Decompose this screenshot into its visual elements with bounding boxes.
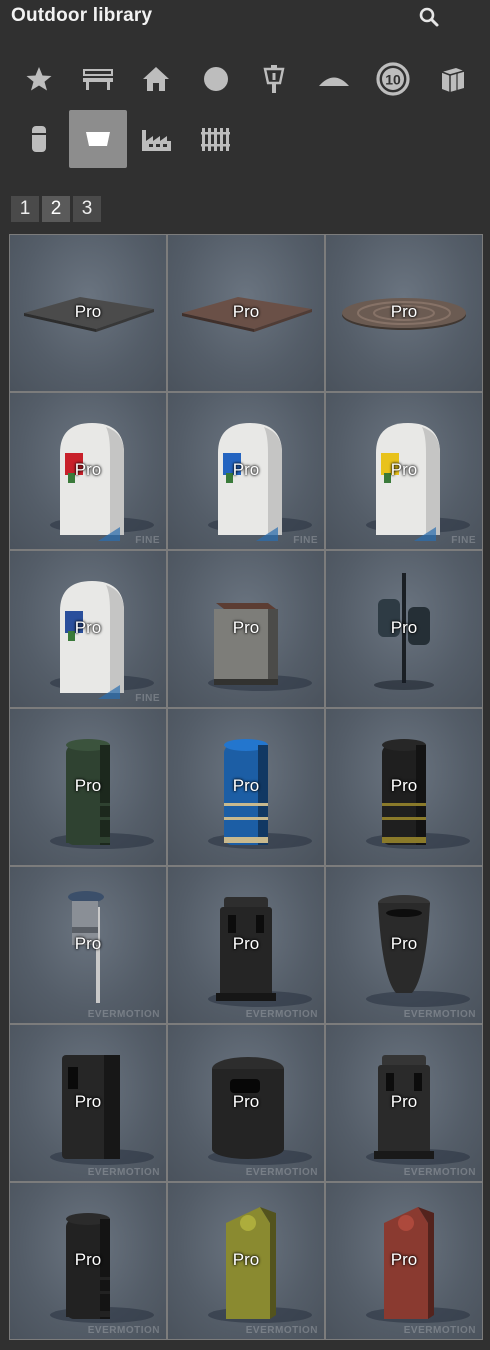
pro-badge: Pro — [74, 1092, 102, 1111]
model-thumbnail[interactable]: Pro EVERMOTION — [325, 1024, 483, 1182]
pro-badge: Pro — [390, 618, 418, 637]
model-thumbnail[interactable]: Pro — [325, 550, 483, 708]
svg-text:10: 10 — [385, 72, 401, 88]
watermark: EVERMOTION — [245, 1325, 318, 1336]
pro-badge: Pro — [74, 1250, 102, 1269]
speed-limit-10-icon[interactable]: 10 — [364, 50, 422, 108]
pro-badge: Pro — [232, 934, 260, 953]
bollard-icon[interactable] — [10, 110, 68, 168]
pro-badge: Pro — [232, 618, 260, 637]
pro-badge: Pro — [232, 302, 260, 321]
star-icon[interactable] — [10, 50, 68, 108]
pro-badge: Pro — [390, 302, 418, 321]
model-thumbnail[interactable]: Pro — [9, 708, 167, 866]
model-thumbnail[interactable]: Pro EVERMOTION — [167, 1182, 325, 1340]
watermark: EVERMOTION — [245, 1009, 318, 1020]
watermark: EVERMOTION — [87, 1325, 160, 1336]
pro-badge: Pro — [74, 934, 102, 953]
model-thumbnail[interactable]: Pro EVERMOTION — [167, 866, 325, 1024]
pro-badge: Pro — [390, 460, 418, 479]
pro-badge: Pro — [232, 460, 260, 479]
watermark: EVERMOTION — [87, 1009, 160, 1020]
watermark: FINE — [451, 535, 476, 546]
model-thumbnail[interactable]: Pro — [325, 708, 483, 866]
model-thumbnail[interactable]: Pro — [9, 234, 167, 392]
pro-badge: Pro — [232, 1250, 260, 1269]
watermark: FINE — [135, 535, 160, 546]
model-thumbnail[interactable]: Pro EVERMOTION — [9, 1182, 167, 1340]
cube-icon[interactable] — [423, 50, 481, 108]
pro-badge: Pro — [232, 776, 260, 795]
pro-badge: Pro — [390, 776, 418, 795]
page-3-button[interactable]: 3 — [73, 196, 101, 222]
model-thumbnail[interactable]: Pro — [167, 708, 325, 866]
model-thumbnail[interactable]: Pro — [167, 234, 325, 392]
dome-icon[interactable] — [305, 50, 363, 108]
panel-title: Outdoor library — [11, 5, 153, 26]
watermark: EVERMOTION — [403, 1009, 476, 1020]
watermark: EVERMOTION — [87, 1167, 160, 1178]
pro-badge: Pro — [74, 618, 102, 637]
pro-badge: Pro — [390, 934, 418, 953]
model-thumbnail[interactable]: Pro EVERMOTION — [167, 1024, 325, 1182]
trash-bin-icon[interactable] — [69, 110, 127, 168]
watermark: EVERMOTION — [403, 1167, 476, 1178]
model-thumbnail[interactable]: Pro EVERMOTION — [325, 866, 483, 1024]
pro-badge: Pro — [74, 776, 102, 795]
watermark: FINE — [135, 693, 160, 704]
bench-icon[interactable] — [69, 50, 127, 108]
model-thumbnail[interactable]: Pro — [325, 234, 483, 392]
model-thumbnail[interactable]: Pro FINE — [167, 392, 325, 550]
pro-badge: Pro — [232, 1092, 260, 1111]
header: Outdoor library — [0, 0, 490, 34]
house-icon[interactable] — [127, 50, 185, 108]
model-thumbnail[interactable]: Pro FINE — [9, 550, 167, 708]
pro-badge: Pro — [390, 1250, 418, 1269]
model-thumbnail[interactable]: Pro FINE — [9, 392, 167, 550]
pro-badge: Pro — [74, 460, 102, 479]
factory-icon[interactable] — [127, 110, 185, 168]
pro-badge: Pro — [390, 1092, 418, 1111]
watermark: FINE — [293, 535, 318, 546]
model-thumbnail[interactable]: Pro EVERMOTION — [325, 1182, 483, 1340]
model-thumbnail[interactable]: Pro EVERMOTION — [9, 866, 167, 1024]
watermark: EVERMOTION — [245, 1167, 318, 1178]
street-lamp-icon[interactable] — [245, 50, 303, 108]
model-thumbnail[interactable]: Pro FINE — [325, 392, 483, 550]
search-icon[interactable] — [418, 6, 440, 28]
model-thumbnail[interactable]: Pro — [167, 550, 325, 708]
page-2-button[interactable]: 2 — [42, 196, 70, 222]
model-thumbnail[interactable]: Pro EVERMOTION — [9, 1024, 167, 1182]
pagination: 123 — [11, 196, 101, 222]
page-1-button[interactable]: 1 — [11, 196, 39, 222]
fence-icon[interactable] — [187, 110, 245, 168]
watermark: EVERMOTION — [403, 1325, 476, 1336]
pro-badge: Pro — [74, 302, 102, 321]
circle-icon[interactable] — [187, 50, 245, 108]
